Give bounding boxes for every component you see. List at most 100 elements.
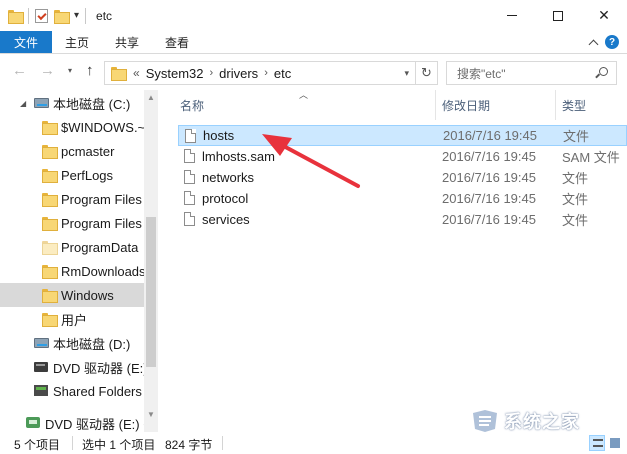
- tab-file[interactable]: 文件: [0, 31, 53, 53]
- navigation-scrollbar[interactable]: ▲ ▼: [144, 90, 158, 432]
- nav-item-label: RmDownloads: [61, 263, 144, 279]
- back-button[interactable]: ←: [12, 62, 27, 79]
- file-row-services[interactable]: services 2016/7/16 19:45 文件: [178, 209, 627, 230]
- window-controls: ✕: [489, 0, 627, 31]
- nav-item-windows[interactable]: Windows: [0, 283, 144, 307]
- nav-item-program-files[interactable]: Program Files: [0, 187, 144, 211]
- large-icons-view-icon: [610, 438, 620, 448]
- nav-item-label: 用户: [61, 312, 88, 328]
- collapse-chevron-icon[interactable]: ◢: [20, 99, 32, 108]
- nav-item-dvd-drive[interactable]: DVD 驱动器 (E:): [0, 355, 144, 379]
- breadcrumb-drivers[interactable]: drivers: [219, 66, 258, 81]
- scroll-down-icon[interactable]: ▼: [147, 410, 155, 419]
- nav-item-windows-bt[interactable]: $WINDOWS.~: [0, 115, 144, 139]
- nav-item-label: Shared Folders: [53, 383, 142, 399]
- maximize-button[interactable]: [535, 0, 581, 31]
- breadcrumb-system32[interactable]: System32: [146, 66, 204, 81]
- tab-view[interactable]: 查看: [152, 31, 202, 53]
- status-bar: 5 个项目 选中 1 个项目 824 字节: [0, 432, 627, 454]
- folder-icon: [42, 169, 58, 183]
- file-row-hosts[interactable]: hosts 2016/7/16 19:45 文件: [178, 125, 627, 146]
- nav-item-label: PerfLogs: [61, 167, 114, 183]
- file-date: 2016/7/16 19:45: [442, 149, 536, 164]
- customize-toolbar-chevron-icon[interactable]: ▾: [74, 10, 79, 21]
- file-row-lmhosts[interactable]: lmhosts.sam 2016/7/16 19:45 SAM 文件: [178, 146, 627, 167]
- nav-item-label: DVD 驱动器 (E:): [53, 360, 144, 376]
- file-type: 文件: [562, 213, 589, 228]
- search-input[interactable]: 搜索"etc": [446, 61, 617, 85]
- nav-item-shared-folders[interactable]: Shared Folders: [0, 379, 144, 403]
- file-row-networks[interactable]: networks 2016/7/16 19:45 文件: [178, 167, 627, 188]
- file-name: protocol: [202, 191, 249, 206]
- drive-icon: [34, 338, 49, 348]
- up-button[interactable]: ↑: [86, 62, 94, 79]
- recent-locations-chevron-icon[interactable]: ▾: [68, 66, 72, 75]
- nav-item-label: $WINDOWS.~: [61, 119, 144, 135]
- tab-share[interactable]: 共享: [102, 31, 152, 53]
- nav-item-d-drive[interactable]: 本地磁盘 (D:): [0, 331, 144, 355]
- file-name: lmhosts.sam: [202, 149, 275, 164]
- column-divider[interactable]: [435, 90, 436, 120]
- help-icon[interactable]: ?: [605, 35, 619, 49]
- expand-ribbon-chevron-icon[interactable]: [588, 39, 599, 49]
- ribbon-tabs: 文件 主页 共享 查看 ?: [0, 31, 627, 54]
- forward-button[interactable]: →: [40, 62, 55, 79]
- item-count: 5 个项目: [14, 438, 61, 452]
- nav-item-pcmaster[interactable]: pcmaster: [0, 139, 144, 163]
- status-divider: [72, 436, 73, 450]
- file-row-protocol[interactable]: protocol 2016/7/16 19:45 文件: [178, 188, 627, 209]
- column-header-name[interactable]: 名称: [180, 90, 204, 120]
- file-name: networks: [202, 170, 255, 185]
- file-icon: [184, 170, 195, 184]
- nav-item-label: ProgramData: [61, 239, 139, 255]
- file-name: services: [202, 212, 250, 227]
- new-folder-icon[interactable]: [54, 9, 70, 24]
- column-header-date[interactable]: 修改日期: [442, 90, 490, 120]
- nav-item-c-drive[interactable]: ◢ 本地磁盘 (C:): [0, 91, 144, 115]
- tab-home[interactable]: 主页: [52, 31, 102, 53]
- close-button[interactable]: ✕: [581, 0, 627, 31]
- address-history-chevron-icon[interactable]: ▾: [404, 68, 409, 79]
- scroll-up-icon[interactable]: ▲: [147, 93, 155, 102]
- hidden-folder-icon: [42, 241, 58, 255]
- maximize-icon: [553, 10, 563, 21]
- file-type: 文件: [563, 129, 590, 144]
- breadcrumb-overflow-icon[interactable]: «: [133, 66, 140, 80]
- scrollbar-thumb[interactable]: [146, 217, 156, 367]
- drive-icon: [34, 98, 49, 108]
- nav-item-perflogs[interactable]: PerfLogs: [0, 163, 144, 187]
- details-view-button[interactable]: [589, 435, 605, 451]
- breadcrumb-etc[interactable]: etc: [274, 66, 291, 81]
- folder-icon: [42, 121, 58, 135]
- nav-item-programdata[interactable]: ProgramData: [0, 235, 144, 259]
- file-icon: [184, 191, 195, 205]
- breadcrumb-chevron-icon[interactable]: ›: [264, 67, 268, 79]
- nav-item-users[interactable]: 用户: [0, 307, 144, 331]
- address-bar[interactable]: « System32 › drivers › etc ▾ ↻: [104, 61, 438, 85]
- folder-icon: [42, 289, 58, 303]
- search-icon[interactable]: [599, 67, 608, 76]
- large-icons-view-button[interactable]: [607, 435, 623, 451]
- properties-icon[interactable]: [35, 8, 48, 23]
- nav-item-rmdownloads[interactable]: RmDownloads: [0, 259, 144, 283]
- minimize-button[interactable]: [489, 0, 535, 31]
- folder-icon: [111, 67, 127, 81]
- column-header-type[interactable]: 类型: [562, 90, 586, 120]
- close-icon: ✕: [598, 7, 610, 23]
- folder-icon: [8, 9, 24, 24]
- file-date: 2016/7/16 19:45: [443, 128, 537, 143]
- column-divider[interactable]: [555, 90, 556, 120]
- file-type: SAM 文件: [562, 150, 620, 165]
- toolbar-divider: [28, 7, 29, 24]
- nav-item-program-files-x86[interactable]: Program Files: [0, 211, 144, 235]
- nav-item-label: 本地磁盘 (D:): [53, 336, 131, 352]
- status-divider: [222, 436, 223, 450]
- nav-item-label: DVD 驱动器 (E:) C: [45, 416, 153, 432]
- refresh-button[interactable]: ↻: [415, 61, 437, 85]
- breadcrumb: « System32 › drivers › etc: [133, 66, 291, 81]
- nav-item-label: Program Files: [61, 191, 142, 207]
- breadcrumb-chevron-icon[interactable]: ›: [210, 67, 214, 79]
- file-icon: [185, 129, 196, 143]
- folder-icon: [42, 145, 58, 159]
- dvd-drive-icon: [26, 417, 40, 428]
